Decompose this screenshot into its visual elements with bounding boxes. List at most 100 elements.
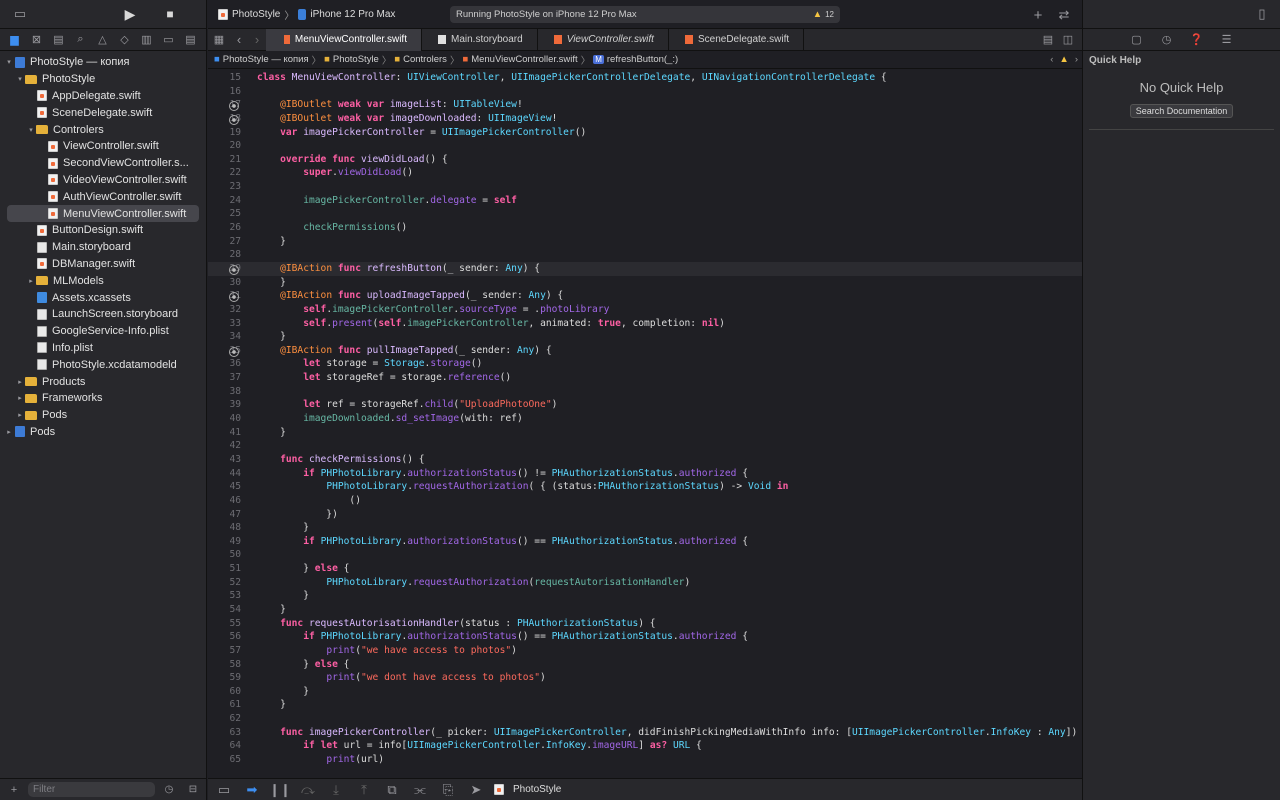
forward-icon[interactable]: › xyxy=(248,30,266,50)
line-number[interactable]: 51 xyxy=(208,562,241,576)
line-number[interactable]: 19 xyxy=(208,126,241,140)
line-number[interactable]: 26 xyxy=(208,221,241,235)
disclosure-triangle-icon[interactable]: ▾ xyxy=(4,58,14,66)
file-inspector-icon[interactable]: ▢ xyxy=(1127,30,1147,50)
issue-icon[interactable]: △ xyxy=(94,30,111,50)
code-line[interactable]: 41 } xyxy=(208,426,1082,440)
code-line[interactable]: 54 } xyxy=(208,603,1082,617)
filter-input[interactable]: Filter xyxy=(28,782,155,797)
view-debugger-icon[interactable]: ⧉ xyxy=(382,780,402,800)
disclosure-triangle-icon[interactable]: ▾ xyxy=(15,75,25,83)
jump-group[interactable]: PhotoStyle xyxy=(333,54,379,65)
line-number[interactable]: 63 xyxy=(208,726,241,740)
tree-row[interactable]: ButtonDesign.swift xyxy=(0,222,206,239)
line-number[interactable]: 46 xyxy=(208,494,241,508)
code-line[interactable]: 17 @IBOutlet weak var imageList: UITable… xyxy=(208,98,1082,112)
tree-row[interactable]: LaunchScreen.storyboard xyxy=(0,306,206,323)
inspector-toggle-icon[interactable]: ▯ xyxy=(1252,4,1272,24)
line-number[interactable]: 20 xyxy=(208,139,241,153)
code-line[interactable]: 19 var imagePickerController = UIImagePi… xyxy=(208,126,1082,140)
tree-row[interactable]: ▸ Frameworks xyxy=(0,390,206,407)
code-line[interactable]: 21 override func viewDidLoad() { xyxy=(208,153,1082,167)
editor-tab[interactable]: MenuViewController.swift xyxy=(266,28,422,51)
editor-tab[interactable]: ViewController.swift xyxy=(538,28,669,51)
tree-row[interactable]: MenuViewController.swift xyxy=(7,205,199,222)
code-line[interactable]: 65 print(url) xyxy=(208,753,1082,767)
code-line[interactable]: 44 if PHPhotoLibrary.authorizationStatus… xyxy=(208,467,1082,481)
tree-row[interactable]: ▾ Controlers xyxy=(0,121,206,138)
warning-icon[interactable]: ▲ xyxy=(1059,54,1068,65)
code-line[interactable]: 40 imageDownloaded.sd_setImage(with: ref… xyxy=(208,412,1082,426)
line-number[interactable]: 30 xyxy=(208,276,241,290)
code-line[interactable]: 33 self.present(self.imagePickerControll… xyxy=(208,317,1082,331)
code-line[interactable]: 57 print("we have access to photos") xyxy=(208,644,1082,658)
code-line[interactable]: 61 } xyxy=(208,698,1082,712)
breakpoints-toggle-icon[interactable]: ➡ xyxy=(242,780,262,800)
debug-icon[interactable]: ▥ xyxy=(138,30,155,50)
code-line[interactable]: 27 } xyxy=(208,235,1082,249)
line-number[interactable]: 34 xyxy=(208,330,241,344)
code-line[interactable]: 30 } xyxy=(208,276,1082,290)
code-line[interactable]: 63 func imagePickerController(_ picker: … xyxy=(208,726,1082,740)
line-number[interactable]: 40 xyxy=(208,412,241,426)
code-line[interactable]: 34 } xyxy=(208,330,1082,344)
prev-issue-icon[interactable]: ‹ xyxy=(1050,54,1053,65)
tree-row[interactable]: ▸ Products xyxy=(0,373,206,390)
line-number[interactable]: 44 xyxy=(208,467,241,481)
disclosure-triangle-icon[interactable]: ▸ xyxy=(15,394,25,402)
folder-icon[interactable]: ▆ xyxy=(6,30,23,50)
tree-row[interactable]: ▸ Pods xyxy=(0,424,206,441)
jump-project[interactable]: PhotoStyle — копия xyxy=(223,54,309,65)
tree-row[interactable]: GoogleService-Info.plist xyxy=(0,323,206,340)
code-line[interactable]: 43 func checkPermissions() { xyxy=(208,453,1082,467)
back-icon[interactable]: ‹ xyxy=(230,30,248,50)
outlet-connection-icon[interactable] xyxy=(229,262,249,276)
line-number[interactable]: 53 xyxy=(208,589,241,603)
disclosure-triangle-icon[interactable]: ▾ xyxy=(26,126,36,134)
code-line[interactable]: 46 () xyxy=(208,494,1082,508)
device-selector[interactable]: iPhone 12 Pro Max xyxy=(310,9,395,20)
code-line[interactable]: 15 class MenuViewController: UIViewContro… xyxy=(208,71,1082,85)
code-line[interactable]: 47 }) xyxy=(208,508,1082,522)
warning-icon[interactable]: ▲ xyxy=(813,9,822,20)
tree-row[interactable]: AuthViewController.swift xyxy=(0,188,206,205)
stop-button[interactable]: ■ xyxy=(160,4,180,24)
code-line[interactable]: 23 xyxy=(208,180,1082,194)
pause-icon[interactable]: ❙❙ xyxy=(269,780,291,800)
line-number[interactable]: 48 xyxy=(208,521,241,535)
line-number[interactable]: 38 xyxy=(208,385,241,399)
line-number[interactable]: 64 xyxy=(208,739,241,753)
swap-icon[interactable]: ⇄ xyxy=(1054,5,1074,25)
line-number[interactable]: 42 xyxy=(208,439,241,453)
line-number[interactable]: 22 xyxy=(208,166,241,180)
line-number[interactable]: 56 xyxy=(208,630,241,644)
line-number[interactable]: 36 xyxy=(208,357,241,371)
disclosure-triangle-icon[interactable]: ▸ xyxy=(15,411,25,419)
tree-row[interactable]: ▾ PhotoStyle xyxy=(0,71,206,88)
line-number[interactable]: 59 xyxy=(208,671,241,685)
search-documentation-button[interactable]: Search Documentation xyxy=(1129,104,1234,118)
code-line[interactable]: 38 xyxy=(208,385,1082,399)
jump-folder[interactable]: Controlers xyxy=(403,54,447,65)
disclosure-triangle-icon[interactable]: ▸ xyxy=(4,428,14,436)
environment-icon[interactable]: ⎘ xyxy=(438,780,458,800)
jump-symbol[interactable]: refreshButton(_:) xyxy=(607,54,678,65)
grid-icon[interactable]: ▦ xyxy=(208,30,230,50)
attributes-icon[interactable]: ☰ xyxy=(1217,30,1237,50)
line-number[interactable]: 52 xyxy=(208,576,241,590)
line-number[interactable]: 55 xyxy=(208,617,241,631)
disclosure-triangle-icon[interactable]: ▸ xyxy=(26,277,36,285)
tree-row[interactable]: PhotoStyle.xcdatamodeld xyxy=(0,356,206,373)
line-number[interactable]: 25 xyxy=(208,207,241,221)
tree-row[interactable]: ▸ Pods xyxy=(0,407,206,424)
quick-help-icon[interactable]: ❓ xyxy=(1187,30,1207,50)
line-number[interactable]: 24 xyxy=(208,194,241,208)
code-line[interactable]: 58 } else { xyxy=(208,658,1082,672)
hide-debug-icon[interactable]: ▭ xyxy=(214,780,234,800)
editor-options-icon[interactable]: ▤ xyxy=(1038,30,1058,50)
debug-scheme[interactable]: PhotoStyle xyxy=(513,784,561,795)
code-line[interactable]: 16 xyxy=(208,85,1082,99)
line-number[interactable]: 50 xyxy=(208,548,241,562)
jump-file[interactable]: MenuViewController.swift xyxy=(471,54,577,65)
line-number[interactable]: 39 xyxy=(208,398,241,412)
